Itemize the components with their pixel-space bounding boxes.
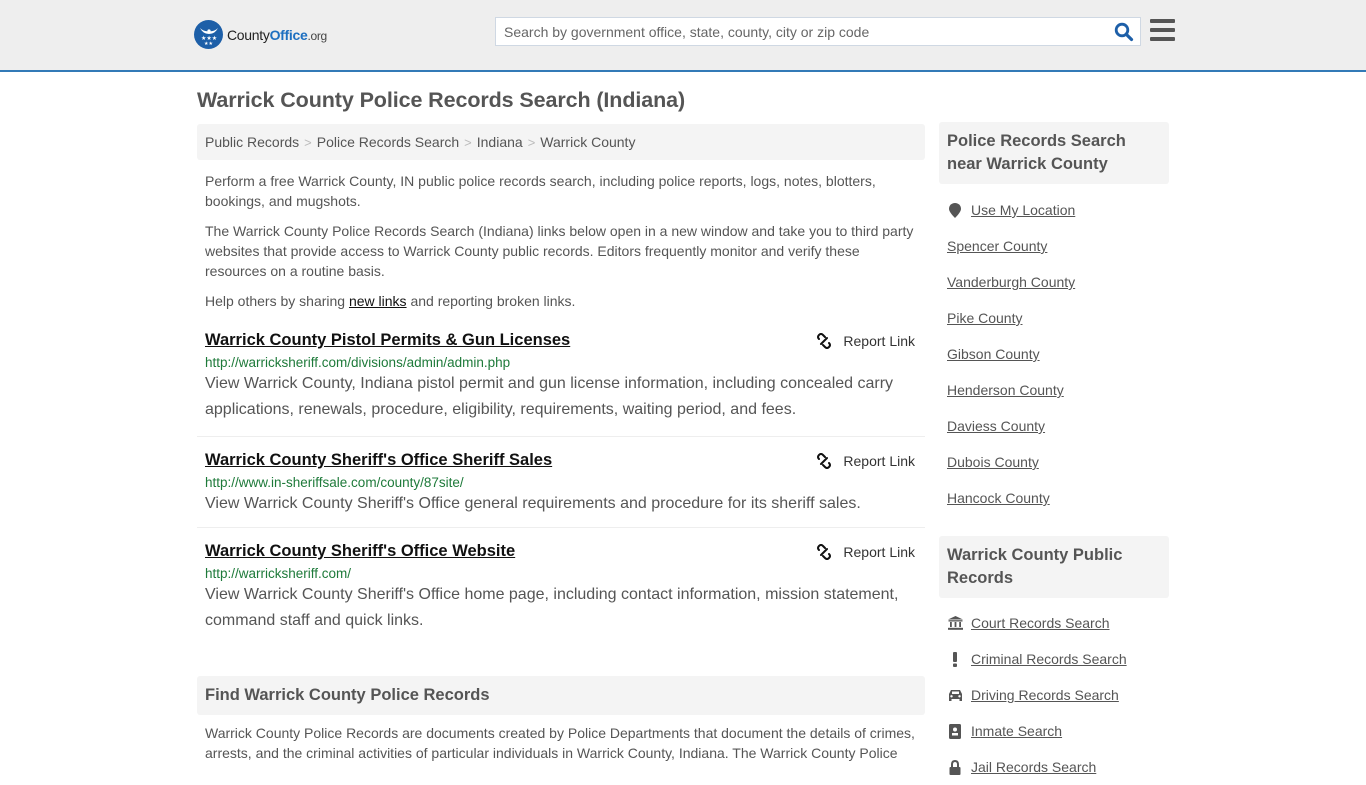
logo-text: CountyOffice.org bbox=[227, 26, 327, 43]
lock-icon bbox=[947, 759, 963, 775]
driving-records-link[interactable]: Driving Records Search bbox=[971, 687, 1119, 703]
search-input[interactable] bbox=[496, 18, 1096, 45]
site-header: ★★★ ★★ CountyOffice.org bbox=[0, 0, 1366, 72]
criminal-records-link[interactable]: Criminal Records Search bbox=[971, 651, 1127, 667]
nearby-county-link[interactable]: Daviess County bbox=[947, 418, 1045, 434]
map-pin-icon bbox=[947, 202, 963, 218]
help-paragraph: Help others by sharing new links and rep… bbox=[205, 293, 576, 309]
nearby-county-link[interactable]: Pike County bbox=[947, 310, 1022, 326]
result-title-link[interactable]: Warrick County Sheriff's Office Website bbox=[205, 542, 515, 561]
nearby-county-item: Gibson County bbox=[947, 336, 1169, 372]
result-url[interactable]: http://www.in-sheriffsale.com/county/87s… bbox=[205, 475, 917, 490]
result-url[interactable]: http://warricksheriff.com/divisions/admi… bbox=[205, 355, 917, 370]
nearby-heading: Police Records Search near Warrick Count… bbox=[939, 122, 1169, 184]
nearby-list: Use My Location Spencer County Vanderbur… bbox=[947, 192, 1169, 516]
result-item: Warrick County Sheriff's Office Website … bbox=[197, 528, 925, 640]
hamburger-menu-icon[interactable] bbox=[1150, 19, 1175, 41]
exclamation-icon bbox=[947, 651, 963, 667]
report-link-button[interactable]: Report Link bbox=[816, 453, 915, 469]
search-icon[interactable] bbox=[1114, 22, 1134, 42]
use-my-location-item: Use My Location bbox=[947, 192, 1169, 228]
public-records-list: Court Records Search Criminal Records Se… bbox=[947, 605, 1169, 785]
courthouse-icon bbox=[947, 616, 963, 630]
breadcrumb-separator: > bbox=[304, 135, 312, 150]
nearby-county-item: Daviess County bbox=[947, 408, 1169, 444]
broken-link-icon bbox=[817, 333, 832, 349]
nearby-county-item: Vanderburgh County bbox=[947, 264, 1169, 300]
nearby-county-link[interactable]: Dubois County bbox=[947, 454, 1039, 470]
public-record-item: Jail Records Search bbox=[947, 749, 1169, 785]
site-logo[interactable]: ★★★ ★★ CountyOffice.org bbox=[194, 20, 327, 49]
result-item: Warrick County Pistol Permits & Gun Lice… bbox=[197, 327, 925, 437]
broken-link-icon bbox=[817, 544, 832, 560]
nearby-county-link[interactable]: Spencer County bbox=[947, 238, 1047, 254]
breadcrumb-separator: > bbox=[527, 135, 536, 150]
car-icon bbox=[947, 689, 963, 701]
breadcrumb-current: Warrick County bbox=[540, 134, 636, 150]
result-description: View Warrick County Sheriff's Office gen… bbox=[205, 495, 861, 512]
public-records-heading: Warrick County Public Records bbox=[939, 536, 1169, 598]
nearby-county-link[interactable]: Henderson County bbox=[947, 382, 1064, 398]
nearby-county-link[interactable]: Gibson County bbox=[947, 346, 1040, 362]
search-bar bbox=[495, 17, 1141, 46]
nearby-county-item: Henderson County bbox=[947, 372, 1169, 408]
nearby-county-item: Spencer County bbox=[947, 228, 1169, 264]
court-records-link[interactable]: Court Records Search bbox=[971, 615, 1110, 631]
result-item: Warrick County Sheriff's Office Sheriff … bbox=[197, 437, 925, 528]
breadcrumb-separator: > bbox=[464, 135, 472, 150]
nearby-county-item: Hancock County bbox=[947, 480, 1169, 516]
report-link-button[interactable]: Report Link bbox=[816, 333, 915, 349]
inmate-search-link[interactable]: Inmate Search bbox=[971, 723, 1062, 739]
page-title: Warrick County Police Records Search (In… bbox=[197, 88, 686, 112]
result-url[interactable]: http://warricksheriff.com/ bbox=[205, 566, 917, 581]
nearby-county-item: Pike County bbox=[947, 300, 1169, 336]
breadcrumb-public-records[interactable]: Public Records bbox=[205, 134, 299, 150]
results-list: Warrick County Pistol Permits & Gun Lice… bbox=[197, 327, 925, 640]
nearby-county-link[interactable]: Hancock County bbox=[947, 490, 1050, 506]
use-my-location-link[interactable]: Use My Location bbox=[971, 202, 1075, 218]
result-description: View Warrick County Sheriff's Office hom… bbox=[205, 586, 899, 629]
svg-text:★★: ★★ bbox=[204, 41, 213, 45]
nearby-county-link[interactable]: Vanderburgh County bbox=[947, 274, 1075, 290]
public-record-item: Court Records Search bbox=[947, 605, 1169, 641]
public-record-item: Criminal Records Search bbox=[947, 641, 1169, 677]
breadcrumb-indiana[interactable]: Indiana bbox=[477, 134, 523, 150]
jail-records-link[interactable]: Jail Records Search bbox=[971, 759, 1096, 775]
report-link-button[interactable]: Report Link bbox=[816, 544, 915, 560]
result-description: View Warrick County, Indiana pistol perm… bbox=[205, 375, 894, 418]
nearby-county-item: Dubois County bbox=[947, 444, 1169, 480]
intro-paragraph: Perform a free Warrick County, IN public… bbox=[205, 173, 876, 209]
id-badge-icon bbox=[947, 723, 963, 739]
find-section-heading: Find Warrick County Police Records bbox=[197, 676, 925, 715]
public-record-item: Driving Records Search bbox=[947, 677, 1169, 713]
eagle-stars-badge-icon: ★★★ ★★ bbox=[194, 20, 223, 49]
result-title-link[interactable]: Warrick County Sheriff's Office Sheriff … bbox=[205, 451, 552, 470]
intro-paragraph: The Warrick County Police Records Search… bbox=[205, 223, 914, 279]
breadcrumb-police-records-search[interactable]: Police Records Search bbox=[317, 134, 459, 150]
result-title-link[interactable]: Warrick County Pistol Permits & Gun Lice… bbox=[205, 331, 570, 350]
new-links-link[interactable]: new links bbox=[349, 293, 407, 309]
breadcrumb: Public Records > Police Records Search > Ind… bbox=[197, 124, 925, 160]
broken-link-icon bbox=[817, 453, 832, 469]
public-record-item: Inmate Search bbox=[947, 713, 1169, 749]
intro-text: Perform a free Warrick County, IN public… bbox=[205, 171, 920, 321]
find-section-text: Warrick County Police Records are docume… bbox=[205, 725, 915, 761]
